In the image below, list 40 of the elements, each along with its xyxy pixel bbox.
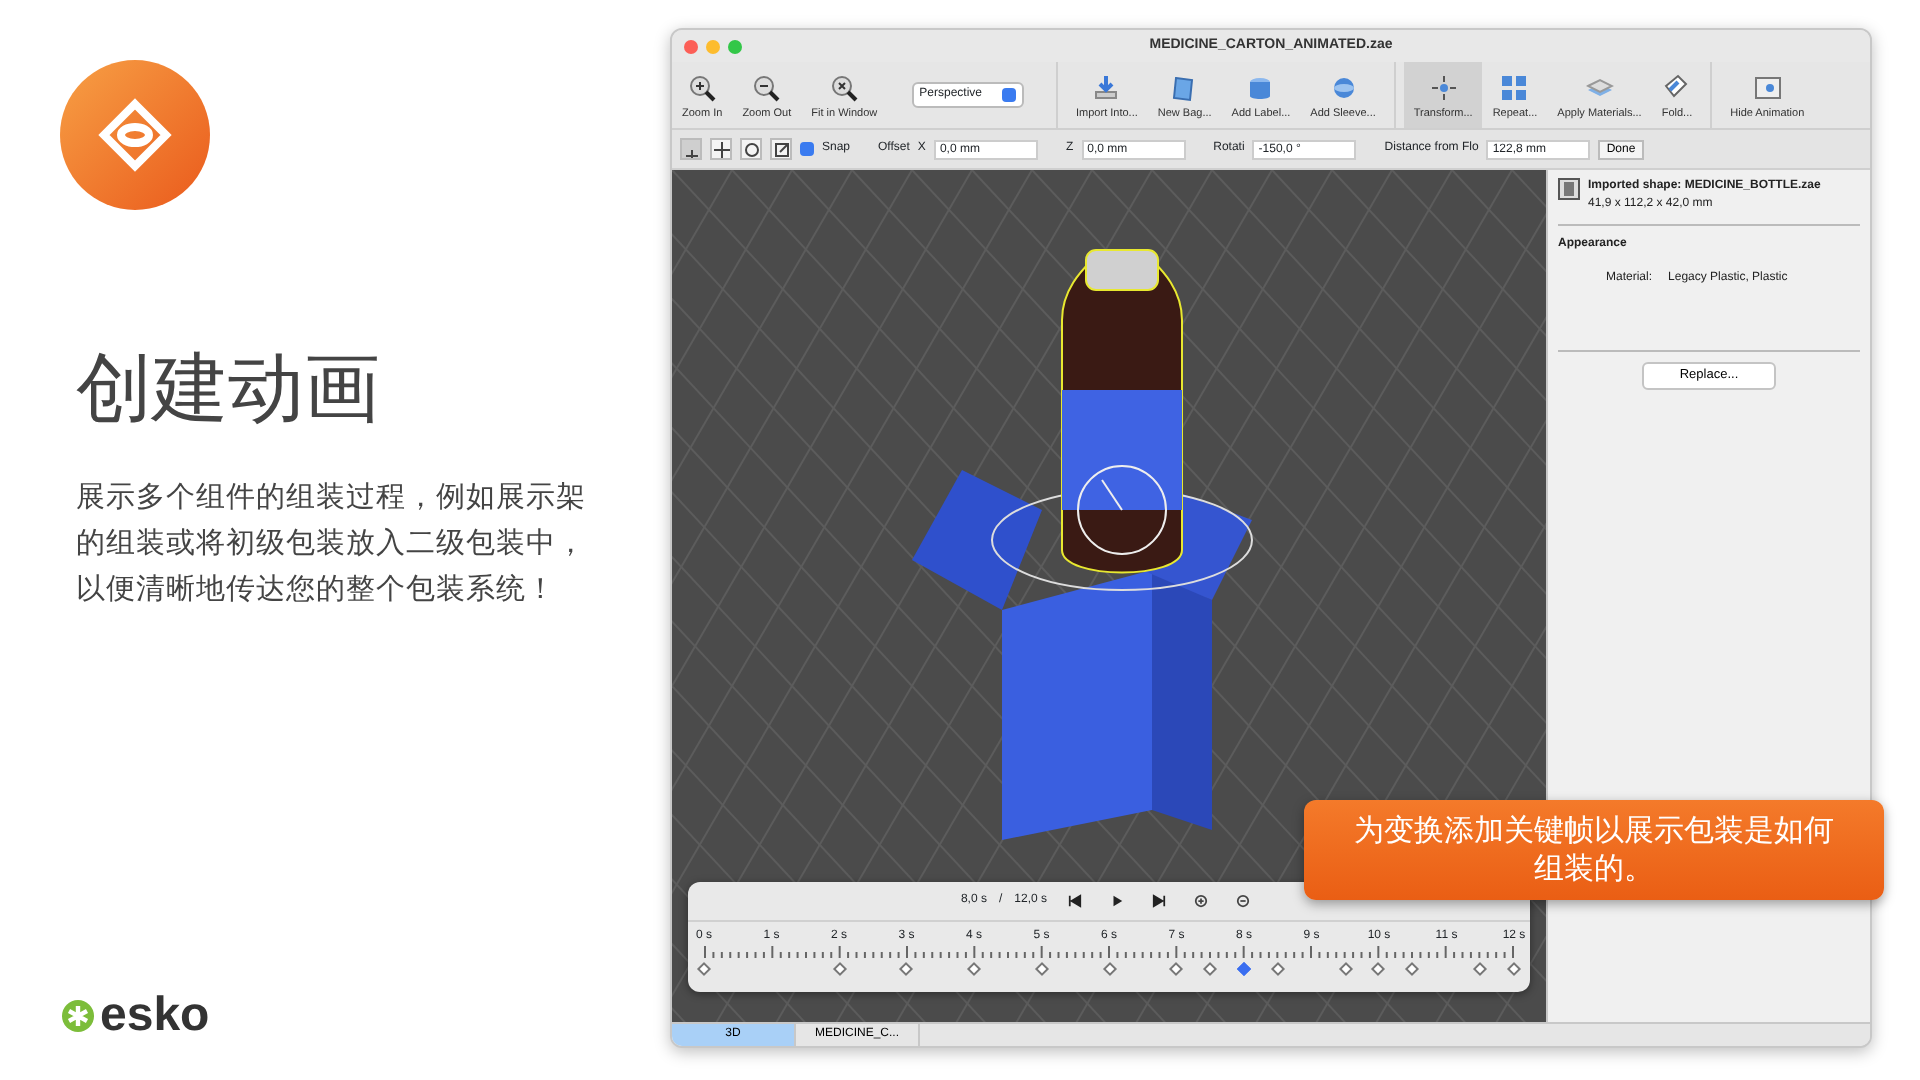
scale-icon[interactable] bbox=[770, 138, 792, 160]
label-icon bbox=[1246, 73, 1275, 102]
move-axis-icon[interactable] bbox=[680, 138, 702, 160]
rotate-icon[interactable] bbox=[740, 138, 762, 160]
zoom-out-icon bbox=[752, 73, 781, 102]
keyframe-marker[interactable] bbox=[1101, 961, 1117, 977]
keyframe-marker[interactable] bbox=[696, 961, 712, 977]
stepper-icon bbox=[1002, 88, 1017, 102]
keyframe-marker[interactable] bbox=[1034, 961, 1049, 977]
zoom-in-icon bbox=[688, 73, 717, 102]
keyframe-marker[interactable] bbox=[1270, 961, 1285, 977]
import-icon bbox=[1092, 73, 1121, 102]
keyframe-marker[interactable] bbox=[1203, 961, 1218, 977]
keyframe-marker[interactable] bbox=[966, 961, 982, 977]
asterisk-logo-icon bbox=[60, 998, 96, 1034]
frame-icon bbox=[1753, 73, 1782, 102]
transform-icon bbox=[1429, 73, 1458, 102]
snap-checkbox[interactable] bbox=[800, 142, 814, 156]
keyframe-marker[interactable] bbox=[1405, 961, 1420, 977]
keyframe-marker[interactable] bbox=[1338, 961, 1353, 977]
keyframe-marker[interactable] bbox=[1236, 961, 1252, 977]
keyframe-marker[interactable] bbox=[831, 961, 847, 977]
brand-name: esko bbox=[100, 992, 210, 1040]
keyframe-marker[interactable] bbox=[1506, 961, 1522, 977]
grid-icon bbox=[1500, 73, 1529, 102]
callout-banner: 为变换添加关键帧以展示包装是如何组装的。 bbox=[1304, 800, 1884, 900]
layers-icon bbox=[1585, 73, 1614, 102]
fold-icon bbox=[1662, 73, 1691, 102]
keyframe-marker[interactable] bbox=[1473, 961, 1488, 977]
slide-description: 展示多个组件的组装过程，例如展示架的组装或将初级包装放入二级包装中，以便清晰地传达您的整个包装系统！ bbox=[76, 480, 588, 610]
keyframe-marker[interactable] bbox=[899, 961, 914, 977]
bag-icon bbox=[1170, 73, 1199, 102]
bottle-thumbnail-icon bbox=[1558, 178, 1580, 200]
sleeve-icon bbox=[1329, 73, 1358, 102]
move-icon[interactable] bbox=[710, 138, 732, 160]
keyframe-marker[interactable] bbox=[1169, 961, 1184, 977]
keyframe-marker[interactable] bbox=[1371, 961, 1387, 977]
fit-window-icon bbox=[830, 73, 859, 102]
slide-title: 创建动画 bbox=[76, 344, 380, 436]
close-button[interactable] bbox=[684, 39, 698, 53]
